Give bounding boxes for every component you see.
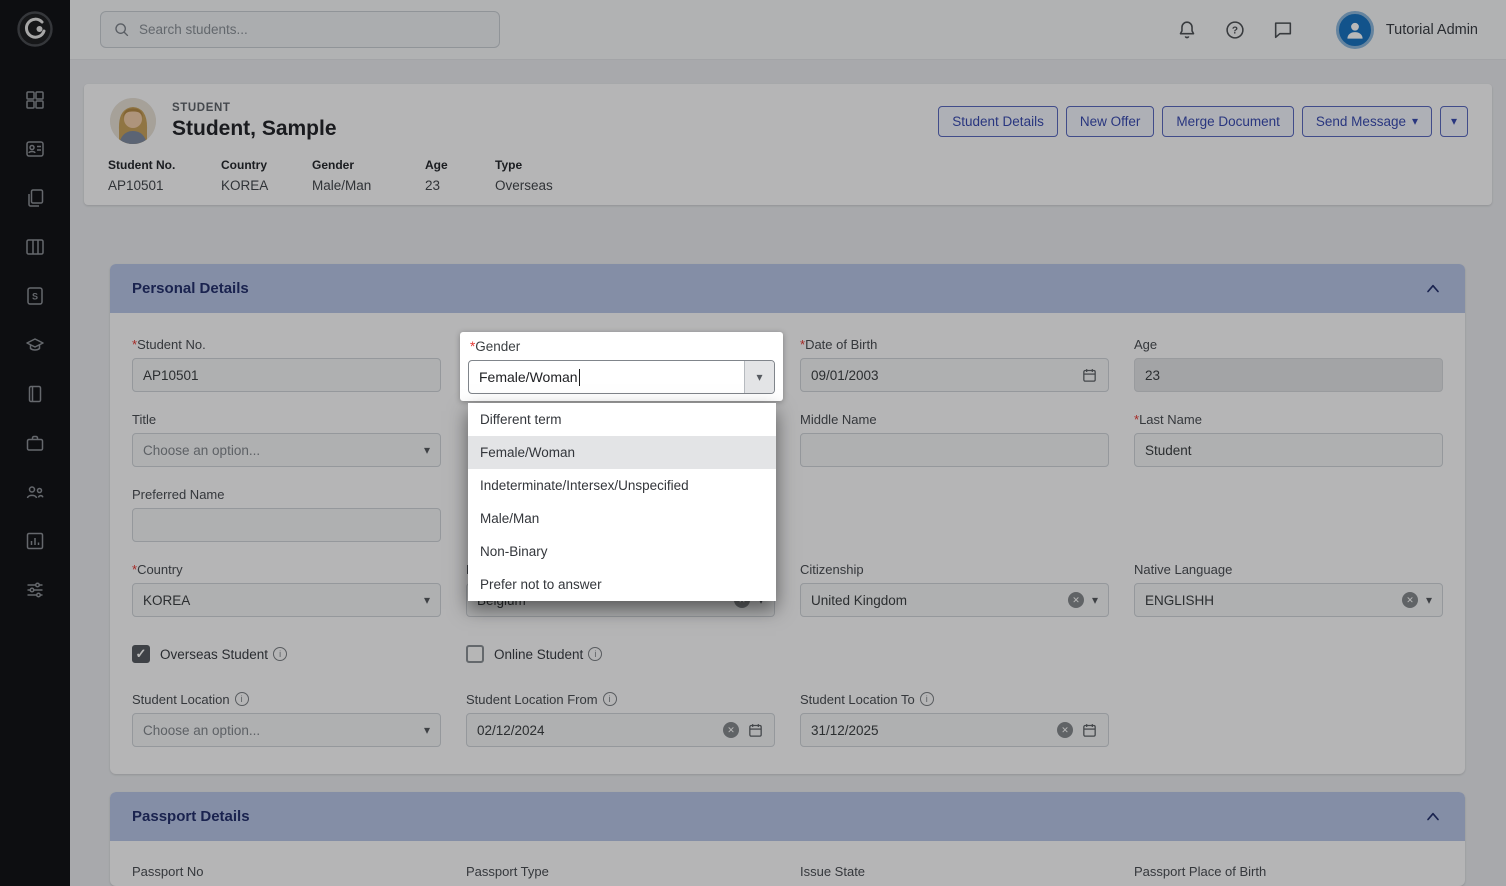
gender-dropdown-button[interactable] — [744, 361, 774, 393]
gender-input-value: Female/Woman — [479, 369, 578, 385]
gender-field-label: Gender — [475, 339, 520, 354]
gender-popup-head: *Gender Female/Woman — [460, 332, 783, 401]
chevron-down-icon — [756, 371, 762, 383]
gender-options-list: Different term Female/Woman Indeterminat… — [468, 403, 776, 601]
text-cursor — [579, 369, 581, 386]
gender-option[interactable]: Different term — [468, 403, 776, 436]
gender-field-popup: *Gender Female/Woman Different term Fema… — [460, 332, 783, 601]
gender-option[interactable]: Male/Man — [468, 502, 776, 535]
gender-option[interactable]: Prefer not to answer — [468, 568, 776, 601]
gender-option[interactable]: Non-Binary — [468, 535, 776, 568]
gender-option[interactable]: Indeterminate/Intersex/Unspecified — [468, 469, 776, 502]
gender-option-selected[interactable]: Female/Woman — [468, 436, 776, 469]
gender-input[interactable]: Female/Woman — [468, 360, 775, 394]
